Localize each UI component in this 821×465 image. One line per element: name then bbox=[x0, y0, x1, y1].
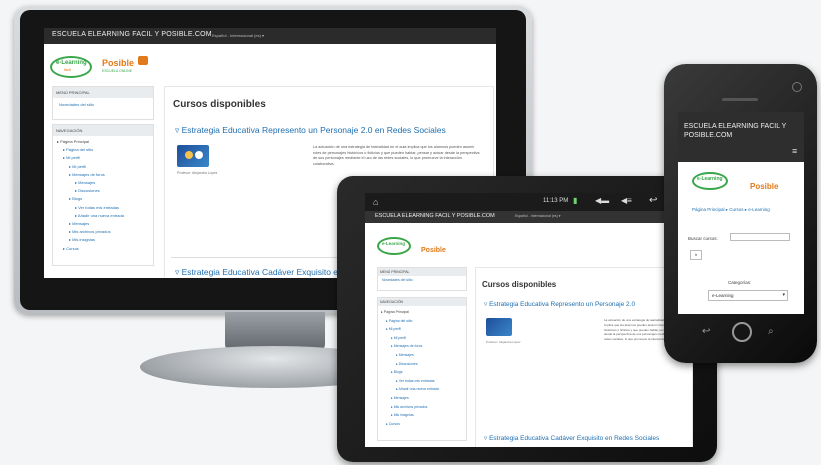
nav-item[interactable]: ▸ Mensajes bbox=[381, 394, 463, 403]
nav-item[interactable]: ▸ Cursos bbox=[57, 245, 149, 253]
main-menu-block: MENÚ PRINCIPAL Novedades del sitio bbox=[377, 267, 467, 291]
logo-elearning[interactable]: e-Learning fácil bbox=[50, 56, 92, 78]
phone-screen: ESCUELA ELEARNING FACIL Y POSIBLE.COM ≡ … bbox=[678, 112, 804, 314]
avatar-icon bbox=[185, 151, 193, 159]
navigation-block: NAVEGACIÓN ▸ Página Principal ▸ Página de… bbox=[377, 297, 467, 441]
menu-icon[interactable]: ≡ bbox=[792, 146, 797, 156]
language-menu[interactable]: Español - Internacional (es) ▾ bbox=[212, 33, 264, 38]
site-topbar: ESCUELA ELEARNING FACIL Y POSIBLE.COM Es… bbox=[365, 211, 693, 223]
nav-item[interactable]: ▸ Mi perfil bbox=[381, 325, 463, 334]
course-title[interactable]: ▿ Estrategia Educativa Represento un Per… bbox=[175, 125, 446, 136]
nav-item[interactable]: ▸ Mensajes bbox=[57, 179, 149, 187]
site-title[interactable]: ESCUELA ELEARNING FACIL Y POSIBLE.COM bbox=[375, 213, 495, 219]
news-link[interactable]: Novedades del sitio bbox=[53, 98, 153, 111]
course-teacher[interactable]: Profesor: Alejandra López bbox=[486, 340, 521, 344]
search-label: Buscar cursos: bbox=[688, 236, 718, 241]
nav-item[interactable]: ▸ Página del sitio bbox=[57, 146, 149, 154]
site-title[interactable]: ESCUELA ELEARNING FACIL Y POSIBLE.COM bbox=[684, 122, 794, 140]
nav-item[interactable]: ▸ Mensajes bbox=[57, 220, 149, 228]
nav-item[interactable]: ▸ Mis archivos privados bbox=[57, 228, 149, 236]
nav-item[interactable]: ▸ Blogs bbox=[57, 195, 149, 203]
nav-item[interactable]: ▸ Blogs bbox=[381, 368, 463, 377]
nav-item[interactable]: ▸ Ver todas mis entradas bbox=[381, 377, 463, 386]
news-link[interactable]: Novedades del sitio bbox=[378, 276, 466, 284]
block-title: NAVEGACIÓN bbox=[53, 125, 153, 136]
page-heading: Cursos disponibles bbox=[173, 99, 266, 110]
site-topbar: ESCUELA ELEARNING FACIL Y POSIBLE.COM ≡ bbox=[678, 112, 804, 162]
home-button[interactable] bbox=[732, 322, 752, 342]
nav-item[interactable]: ▸ Discusiones bbox=[381, 360, 463, 369]
nav-item[interactable]: ▸ Mensajes bbox=[381, 351, 463, 360]
nav-item[interactable]: ▸ Mi perfil bbox=[57, 163, 149, 171]
main-menu-block: MENÚ PRINCIPAL Novedades del sitio bbox=[52, 86, 154, 120]
wifi-icon: ▮ bbox=[573, 196, 578, 205]
site-topbar: ESCUELA ELEARNING FACIL Y POSIBLE.COM Es… bbox=[44, 28, 496, 44]
book-icon bbox=[138, 56, 148, 65]
nav-item[interactable]: ▸ Página del sitio bbox=[381, 317, 463, 326]
volume-down-icon[interactable]: ◀▬ bbox=[595, 196, 609, 205]
breadcrumb[interactable]: Página Principal ▸ Cursos ▸ e-Learning bbox=[692, 206, 792, 213]
status-time: 11:13 PM bbox=[543, 198, 569, 204]
categories-select[interactable]: e-Learning ▾ bbox=[708, 290, 788, 301]
course-summary: La actuación de una estrategia de teatra… bbox=[313, 145, 480, 166]
back-icon[interactable]: ↩ bbox=[649, 195, 657, 206]
nav-item[interactable]: ▸ Mi perfil bbox=[57, 154, 149, 162]
logo-posible[interactable]: Posible bbox=[750, 176, 778, 194]
nav-item[interactable]: ▸ Discusiones bbox=[57, 187, 149, 195]
nav-item[interactable]: ▸ Página Principal bbox=[57, 138, 149, 146]
go-button[interactable]: Ir bbox=[690, 250, 702, 260]
nav-item[interactable]: ▸ Añadir una nueva entrada bbox=[57, 212, 149, 220]
logo-posible[interactable]: Posible bbox=[421, 239, 446, 257]
logo-elearning[interactable]: e-Learning bbox=[377, 237, 411, 255]
nav-tree: ▸ Página Principal ▸ Página del sitio ▸ Mi… bbox=[378, 306, 466, 430]
search-button[interactable]: ⌕ bbox=[768, 326, 774, 337]
camera-icon bbox=[792, 82, 802, 92]
course-title[interactable]: ▿ Estrategia Educativa Represento un Per… bbox=[484, 300, 635, 308]
nav-item[interactable]: ▸ Cursos bbox=[381, 420, 463, 429]
nav-tree: ▸ Página Principal ▸ Página del sitio ▸ Mi… bbox=[53, 136, 153, 255]
language-menu[interactable]: Español - Internacional (es) ▾ bbox=[515, 214, 561, 218]
course-thumbnail[interactable] bbox=[177, 145, 209, 167]
logo-posible[interactable]: Posible ESCUELA ONLINE bbox=[102, 54, 152, 78]
page-heading: Cursos disponibles bbox=[482, 280, 557, 289]
nav-item[interactable]: ▸ Mensajes de foros bbox=[381, 342, 463, 351]
back-button[interactable]: ↩ bbox=[702, 326, 710, 337]
site-title[interactable]: ESCUELA ELEARNING FACIL Y POSIBLE.COM bbox=[52, 31, 212, 38]
home-icon[interactable]: ⌂ bbox=[373, 197, 378, 207]
course-teacher[interactable]: Profesor: Alejandra López bbox=[177, 171, 217, 175]
course-title[interactable]: ▿ Estrategia Educativa Cadáver Exquisito… bbox=[484, 434, 659, 442]
nav-item[interactable]: ▸ Página Principal bbox=[381, 308, 463, 317]
logo-elearning[interactable]: e-Learning bbox=[692, 172, 728, 190]
chevron-down-icon: ▾ bbox=[782, 292, 785, 298]
navigation-block: NAVEGACIÓN ▸ Página Principal ▸ Página de… bbox=[52, 124, 154, 266]
nav-item[interactable]: ▸ Añadir una nueva entrada bbox=[381, 385, 463, 394]
speaker-grille bbox=[722, 98, 758, 101]
nav-item[interactable]: ▸ Mensajes de foros bbox=[57, 171, 149, 179]
volume-up-icon[interactable]: ◀≡ bbox=[621, 196, 632, 205]
course-thumbnail[interactable] bbox=[486, 318, 512, 336]
tablet-screen: ⌂ 11:13 PM ▮ ◀▬ ◀≡ ↩ ▭ ESCUELA ELEARNING… bbox=[365, 193, 693, 447]
nav-item[interactable]: ▸ Ver todas mis entradas bbox=[57, 204, 149, 212]
categories-label: Categorías: bbox=[728, 280, 752, 285]
search-input[interactable] bbox=[730, 233, 790, 241]
course-list: Cursos disponibles ▿ Estrategia Educativ… bbox=[475, 267, 693, 447]
nav-item[interactable]: ▸ Mis insignias bbox=[381, 411, 463, 420]
block-title: MENÚ PRINCIPAL bbox=[53, 87, 153, 98]
tablet-status-bar: ⌂ 11:13 PM ▮ ◀▬ ◀≡ ↩ ▭ bbox=[365, 193, 693, 211]
nav-item[interactable]: ▸ Mis archivos privados bbox=[381, 403, 463, 412]
nav-item[interactable]: ▸ Mis insignias bbox=[57, 236, 149, 244]
nav-item[interactable]: ▸ Mi perfil bbox=[381, 334, 463, 343]
